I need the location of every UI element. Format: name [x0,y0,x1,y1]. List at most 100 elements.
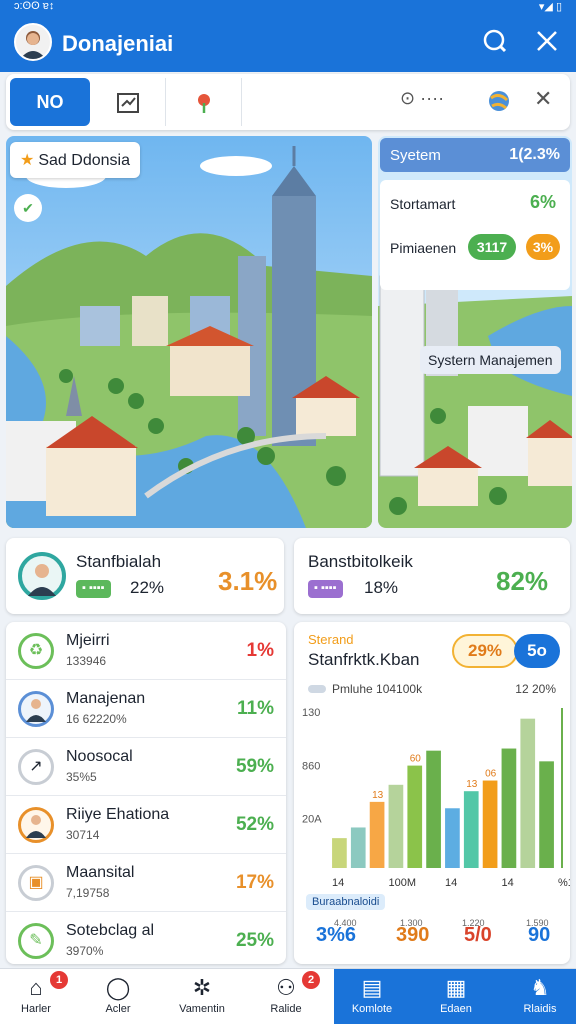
y-tick-label: 20A [302,814,322,826]
tab-active[interactable]: NO [10,78,90,126]
list-item-value: 11% [237,698,274,719]
foot-value-4: 90 [528,924,551,946]
close-icon[interactable]: ✕ [534,86,552,112]
system-label: Syetem [390,147,441,164]
leaf-icon: ♻ [18,633,54,669]
status-bar: ɔ:ʘʘ ɐ↕ ▾◢ ▯ [0,0,576,14]
y-tick-label: 860 [302,760,320,772]
bottom-nav: ⌂ Harler 1 ◯ Acler ✲ Vamentin ⚇ Ralide 2… [0,968,576,1024]
list-item-sub: 7,19758 [66,886,110,900]
nav-label: Komlote [351,1003,393,1015]
list-item-name: Riiye Ehationa [66,806,170,823]
stat-card-2[interactable]: Banstbitolkeik ▪ ▪▪▪▪ 18% 82% [294,538,570,614]
stat-card-1[interactable]: Stanfbialah ▪ ▪▪▪▪ 22% 3.1% [6,538,284,614]
hero-label-text: Sad Ddonsia [38,152,130,169]
toolbar: NO ⊙ ···· ✕ [6,74,570,130]
bar [426,750,441,868]
x-tick-label: 14 [502,877,514,889]
list-item-sub: 35%5 [66,770,97,784]
x-tick-label: 14 [445,877,457,889]
kv-row2-pill: 3117 [468,234,516,260]
person-icon [18,691,54,727]
list-item[interactable]: ▣ Maansital 7,19758 17% [6,854,286,912]
globe-icon[interactable] [486,88,512,119]
nav-label: Ralide [270,1003,302,1015]
stat1-title: Stanfbialah [76,552,162,571]
avatar[interactable] [14,23,52,61]
list-item[interactable]: ♻ Mjeirri 133946 1% [6,622,286,680]
kv-row2-pill2: 3% [526,234,560,260]
list-item-name: Manajenan [66,690,146,707]
chart-tab-icon[interactable] [90,78,166,126]
nav-reports[interactable]: ▤ Komlote [336,969,408,1024]
list-item-value: 59% [235,756,274,777]
stat2-chip: ▪ ▪▪▪▪ [308,580,343,598]
list-item-name: Maansital [66,864,135,881]
chart-small-title: Sterand [308,632,354,647]
stat2-big: 82% [496,566,549,596]
chart-badge-count[interactable]: 5o [514,634,560,668]
system-bar[interactable]: Syetem 1(2.3% [380,138,570,172]
settings-extra[interactable]: ⊙ ···· [400,88,444,109]
system-value: 1(2.3% [509,146,560,163]
bar [350,827,366,868]
legend-swatch [308,685,326,693]
stat1-big: 3.1% [218,566,278,596]
puzzle-icon: ✲ [192,975,212,1000]
chat-icon[interactable] [480,28,510,58]
chart-title: Stanfrktk.Kban [308,650,420,669]
system-tag: Systern Manajemen [420,346,561,374]
x-tick-label: 14 [332,877,344,889]
status-right: ▾◢ ▯ [538,1,562,13]
list-item[interactable]: Manajenan 16 62220% 11% [6,680,286,738]
kv-row2-label: Pimiaenen [390,240,457,256]
list-item[interactable]: ✎ Sotebclag al 3970% 25% [6,912,286,964]
list-item-name: Noosocal [66,748,133,765]
app-bar: Donajeniai [0,14,576,72]
nav-activity[interactable]: ◯ Acler [82,969,154,1024]
tools-icon[interactable] [532,28,562,58]
list-item[interactable]: ↗ Noosocal 35%5 59% [6,738,286,796]
nav-profile[interactable]: ♞ Rlaidis [504,969,576,1024]
nav-label: Acler [105,1003,131,1015]
note-icon: ✎ [18,923,54,959]
app-title: Donajeniai [62,31,174,56]
list-item-sub: 30714 [66,828,100,842]
x-tick-label: 100M [389,877,417,889]
list-item-name: Sotebclag al [66,922,155,939]
nav-label: Harler [21,1003,51,1015]
nav-explore[interactable]: ✲ Vamentin [166,969,238,1024]
bar [369,801,385,868]
nav-label: Edaen [440,1003,472,1015]
list-item-value: 52% [235,814,274,835]
chart-card: Sterand Stanfrktk.Kban 29% 5o Pmluhe 104… [294,622,570,964]
y-tick-label: 130 [302,707,320,719]
stat1-small: 22% [130,578,165,597]
data-label: 60 [410,754,422,765]
chart-foot-tag: Buraabnaloidi [306,894,386,910]
document-icon: ▤ [361,975,383,1000]
user-icon: ♞ [530,975,550,1000]
list-item-value: 25% [235,930,274,951]
nav-messages[interactable]: ⚇ Ralide 2 [250,969,322,1024]
check-icon[interactable]: ✔ [14,194,42,222]
chart-legend: Pmluhe 104100k [308,682,422,696]
nav-data[interactable]: ▦ Edaen [420,969,492,1024]
data-label: 13 [466,779,478,790]
foot-value-2: 390 [396,924,430,946]
bar [332,838,347,868]
grid-icon: ▦ [445,975,467,1000]
stat-avatar [18,552,66,600]
gauge-icon: ↗ [18,749,54,785]
nav-home[interactable]: ⌂ Harler 1 [0,969,72,1024]
stat2-small: 18% [364,578,399,597]
bar [445,808,460,868]
chart-badge-percent[interactable]: 29% [452,634,518,668]
stat2-title: Banstbitolkeik [308,552,413,571]
list-item[interactable]: Riiye Ehationa 30714 52% [6,796,286,854]
chart-legend-right: 12 20% [515,682,556,696]
foot-value-3: 5/0 [464,924,492,946]
plant-tab-icon[interactable] [166,78,242,126]
person-icon [18,807,54,843]
chart-legend-label: Pmluhe 104100k [332,682,423,696]
